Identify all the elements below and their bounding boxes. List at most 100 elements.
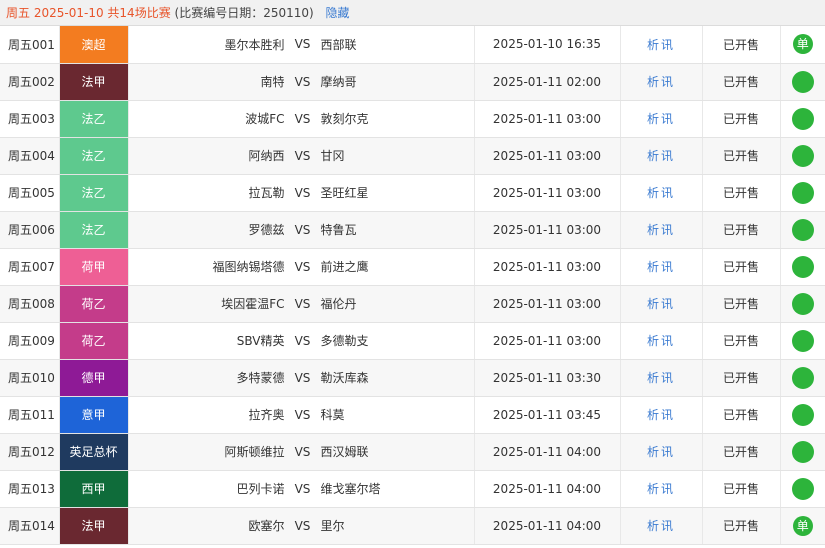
- match-row[interactable]: 周五014 法甲 欧塞尔 VS 里尔 2025-01-11 04:00 析讯 已…: [0, 507, 825, 545]
- bet-button[interactable]: [791, 440, 814, 463]
- analysis-link[interactable]: 析讯: [647, 445, 675, 459]
- match-row[interactable]: 周五001 澳超 墨尔本胜利 VS 西部联 2025-01-10 16:35 析…: [0, 26, 825, 64]
- bet-button[interactable]: [791, 70, 814, 93]
- away-team[interactable]: 里尔: [321, 517, 474, 534]
- bet-button[interactable]: [791, 144, 814, 167]
- kickoff-time: 2025-01-11 03:00: [474, 137, 621, 175]
- sale-status: 已开售: [702, 285, 781, 323]
- away-team[interactable]: 维戈塞尔塔: [321, 480, 474, 497]
- analysis-link[interactable]: 析讯: [647, 519, 675, 533]
- league-badge: 荷甲: [59, 248, 129, 286]
- away-team[interactable]: 摩纳哥: [321, 73, 474, 90]
- home-team[interactable]: 拉齐奥: [129, 406, 284, 423]
- home-team[interactable]: 拉瓦勒: [129, 184, 284, 201]
- teams-cell: 多特蒙德 VS 勒沃库森: [128, 359, 475, 397]
- away-team[interactable]: 西部联: [321, 36, 474, 53]
- match-row[interactable]: 周五003 法乙 波城FC VS 敦刻尔克 2025-01-11 03:00 析…: [0, 100, 825, 138]
- bet-button[interactable]: 单: [792, 515, 813, 536]
- sale-status: 已开售: [702, 359, 781, 397]
- away-team[interactable]: 科莫: [321, 406, 474, 423]
- home-team[interactable]: 阿纳西: [129, 147, 284, 164]
- teams-cell: 拉齐奥 VS 科莫: [128, 396, 475, 434]
- home-team[interactable]: 欧塞尔: [129, 517, 284, 534]
- league-badge: 法甲: [59, 63, 129, 101]
- kickoff-time: 2025-01-11 03:30: [474, 359, 621, 397]
- hide-link[interactable]: 隐藏: [326, 6, 350, 20]
- match-row[interactable]: 周五007 荷甲 福图纳锡塔德 VS 前进之鹰 2025-01-11 03:00…: [0, 248, 825, 286]
- match-id: 周五012: [0, 433, 60, 471]
- analysis-link[interactable]: 析讯: [647, 260, 675, 274]
- kickoff-time: 2025-01-11 03:00: [474, 211, 621, 249]
- bet-button[interactable]: 单: [792, 34, 813, 55]
- match-row[interactable]: 周五010 德甲 多特蒙德 VS 勒沃库森 2025-01-11 03:30 析…: [0, 359, 825, 397]
- home-team[interactable]: 巴列卡诺: [129, 480, 284, 497]
- analysis-link[interactable]: 析讯: [647, 334, 675, 348]
- analysis-link[interactable]: 析讯: [647, 408, 675, 422]
- match-row[interactable]: 周五012 英足总杯 阿斯顿维拉 VS 西汉姆联 2025-01-11 04:0…: [0, 433, 825, 471]
- bet-button[interactable]: [791, 366, 814, 389]
- home-team[interactable]: 埃因霍温FC: [129, 295, 284, 312]
- analysis-link[interactable]: 析讯: [647, 149, 675, 163]
- match-row[interactable]: 周五008 荷乙 埃因霍温FC VS 福伦丹 2025-01-11 03:00 …: [0, 285, 825, 323]
- home-team[interactable]: 波城FC: [129, 110, 284, 127]
- match-id: 周五002: [0, 63, 60, 101]
- away-team[interactable]: 特鲁瓦: [321, 221, 474, 238]
- teams-cell: 福图纳锡塔德 VS 前进之鹰: [128, 248, 475, 286]
- away-team[interactable]: 甘冈: [321, 147, 474, 164]
- away-team[interactable]: 多德勒支: [321, 332, 474, 349]
- bet-button[interactable]: [791, 107, 814, 130]
- match-row[interactable]: 周五006 法乙 罗德兹 VS 特鲁瓦 2025-01-11 03:00 析讯 …: [0, 211, 825, 249]
- bet-cell: [780, 396, 825, 434]
- bet-button[interactable]: [791, 255, 814, 278]
- kickoff-time: 2025-01-11 03:45: [474, 396, 621, 434]
- match-row[interactable]: 周五013 西甲 巴列卡诺 VS 维戈塞尔塔 2025-01-11 04:00 …: [0, 470, 825, 508]
- analysis-link[interactable]: 析讯: [647, 112, 675, 126]
- match-row[interactable]: 周五002 法甲 南特 VS 摩纳哥 2025-01-11 02:00 析讯 已…: [0, 63, 825, 101]
- analysis-link[interactable]: 析讯: [647, 297, 675, 311]
- vs-label: VS: [294, 518, 311, 533]
- home-team[interactable]: 多特蒙德: [129, 369, 284, 386]
- analysis-link[interactable]: 析讯: [647, 482, 675, 496]
- match-id: 周五005: [0, 174, 60, 212]
- vs-label: VS: [294, 370, 311, 385]
- match-id: 周五004: [0, 137, 60, 175]
- home-team[interactable]: 福图纳锡塔德: [129, 258, 284, 275]
- home-team[interactable]: 墨尔本胜利: [129, 36, 284, 53]
- league-badge: 西甲: [59, 470, 129, 508]
- away-team[interactable]: 敦刻尔克: [321, 110, 474, 127]
- sale-status: 已开售: [702, 507, 781, 545]
- bet-button[interactable]: [791, 292, 814, 315]
- league-badge: 法乙: [59, 211, 129, 249]
- away-team[interactable]: 勒沃库森: [321, 369, 474, 386]
- bet-button[interactable]: [791, 403, 814, 426]
- match-row[interactable]: 周五005 法乙 拉瓦勒 VS 圣旺红星 2025-01-11 03:00 析讯…: [0, 174, 825, 212]
- analysis-link[interactable]: 析讯: [647, 75, 675, 89]
- away-team[interactable]: 福伦丹: [321, 295, 474, 312]
- league-badge: 荷乙: [59, 285, 129, 323]
- analysis-link[interactable]: 析讯: [647, 186, 675, 200]
- match-row[interactable]: 周五011 意甲 拉齐奥 VS 科莫 2025-01-11 03:45 析讯 已…: [0, 396, 825, 434]
- bet-button[interactable]: [791, 329, 814, 352]
- match-row[interactable]: 周五009 荷乙 SBV精英 VS 多德勒支 2025-01-11 03:00 …: [0, 322, 825, 360]
- match-row[interactable]: 周五004 法乙 阿纳西 VS 甘冈 2025-01-11 03:00 析讯 已…: [0, 137, 825, 175]
- analysis-link[interactable]: 析讯: [647, 223, 675, 237]
- away-team[interactable]: 西汉姆联: [321, 443, 474, 460]
- bet-button[interactable]: [791, 181, 814, 204]
- teams-cell: 埃因霍温FC VS 福伦丹: [128, 285, 475, 323]
- analysis-link[interactable]: 析讯: [647, 38, 675, 52]
- vs-label: VS: [294, 296, 311, 311]
- bet-button[interactable]: [791, 477, 814, 500]
- info-cell: 析讯: [620, 322, 703, 360]
- info-cell: 析讯: [620, 248, 703, 286]
- bet-button[interactable]: [791, 218, 814, 241]
- home-team[interactable]: 南特: [129, 73, 284, 90]
- analysis-link[interactable]: 析讯: [647, 371, 675, 385]
- match-id: 周五014: [0, 507, 60, 545]
- home-team[interactable]: 罗德兹: [129, 221, 284, 238]
- info-cell: 析讯: [620, 507, 703, 545]
- home-team[interactable]: SBV精英: [129, 332, 285, 349]
- bet-cell: [780, 285, 825, 323]
- away-team[interactable]: 圣旺红星: [321, 184, 474, 201]
- home-team[interactable]: 阿斯顿维拉: [129, 443, 284, 460]
- away-team[interactable]: 前进之鹰: [321, 258, 474, 275]
